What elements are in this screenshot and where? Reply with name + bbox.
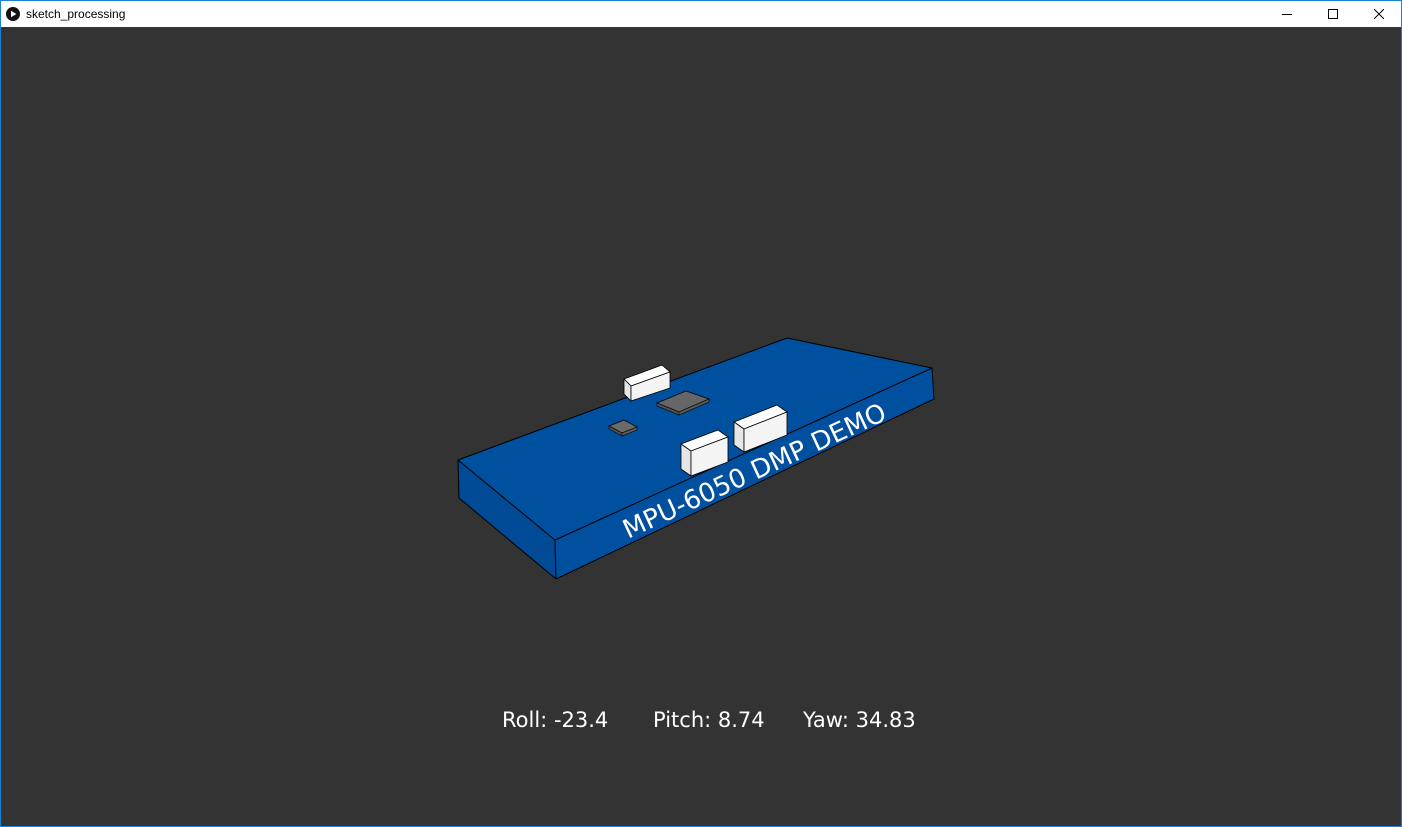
pitch-value: 8.74 — [717, 708, 765, 732]
close-icon — [1374, 9, 1384, 19]
maximize-button[interactable] — [1310, 1, 1356, 27]
title-bar[interactable]: sketch_processing — [1, 1, 1401, 27]
processing-play-icon — [6, 7, 20, 21]
roll-value: -23.4 — [553, 708, 609, 732]
pitch-readout: Pitch: 8.74 — [653, 705, 765, 735]
yaw-value: 34.83 — [855, 708, 916, 732]
pitch-label: Pitch: — [653, 708, 712, 732]
roll-readout: Roll: -23.4 — [502, 705, 608, 735]
minimize-button[interactable] — [1264, 1, 1310, 27]
minimize-icon — [1282, 14, 1292, 15]
app-window: sketch_processing MPU-6050 DMP DEMO Roll… — [0, 0, 1402, 827]
maximize-icon — [1328, 9, 1338, 19]
yaw-label: Yaw: — [803, 708, 849, 732]
window-title: sketch_processing — [26, 7, 126, 21]
roll-label: Roll: — [502, 708, 548, 732]
sketch-canvas[interactable]: MPU-6050 DMP DEMO Roll: -23.4 Pitch: 8.7… — [1, 27, 1401, 826]
close-button[interactable] — [1356, 1, 1401, 27]
yaw-readout: Yaw: 34.83 — [803, 705, 916, 735]
